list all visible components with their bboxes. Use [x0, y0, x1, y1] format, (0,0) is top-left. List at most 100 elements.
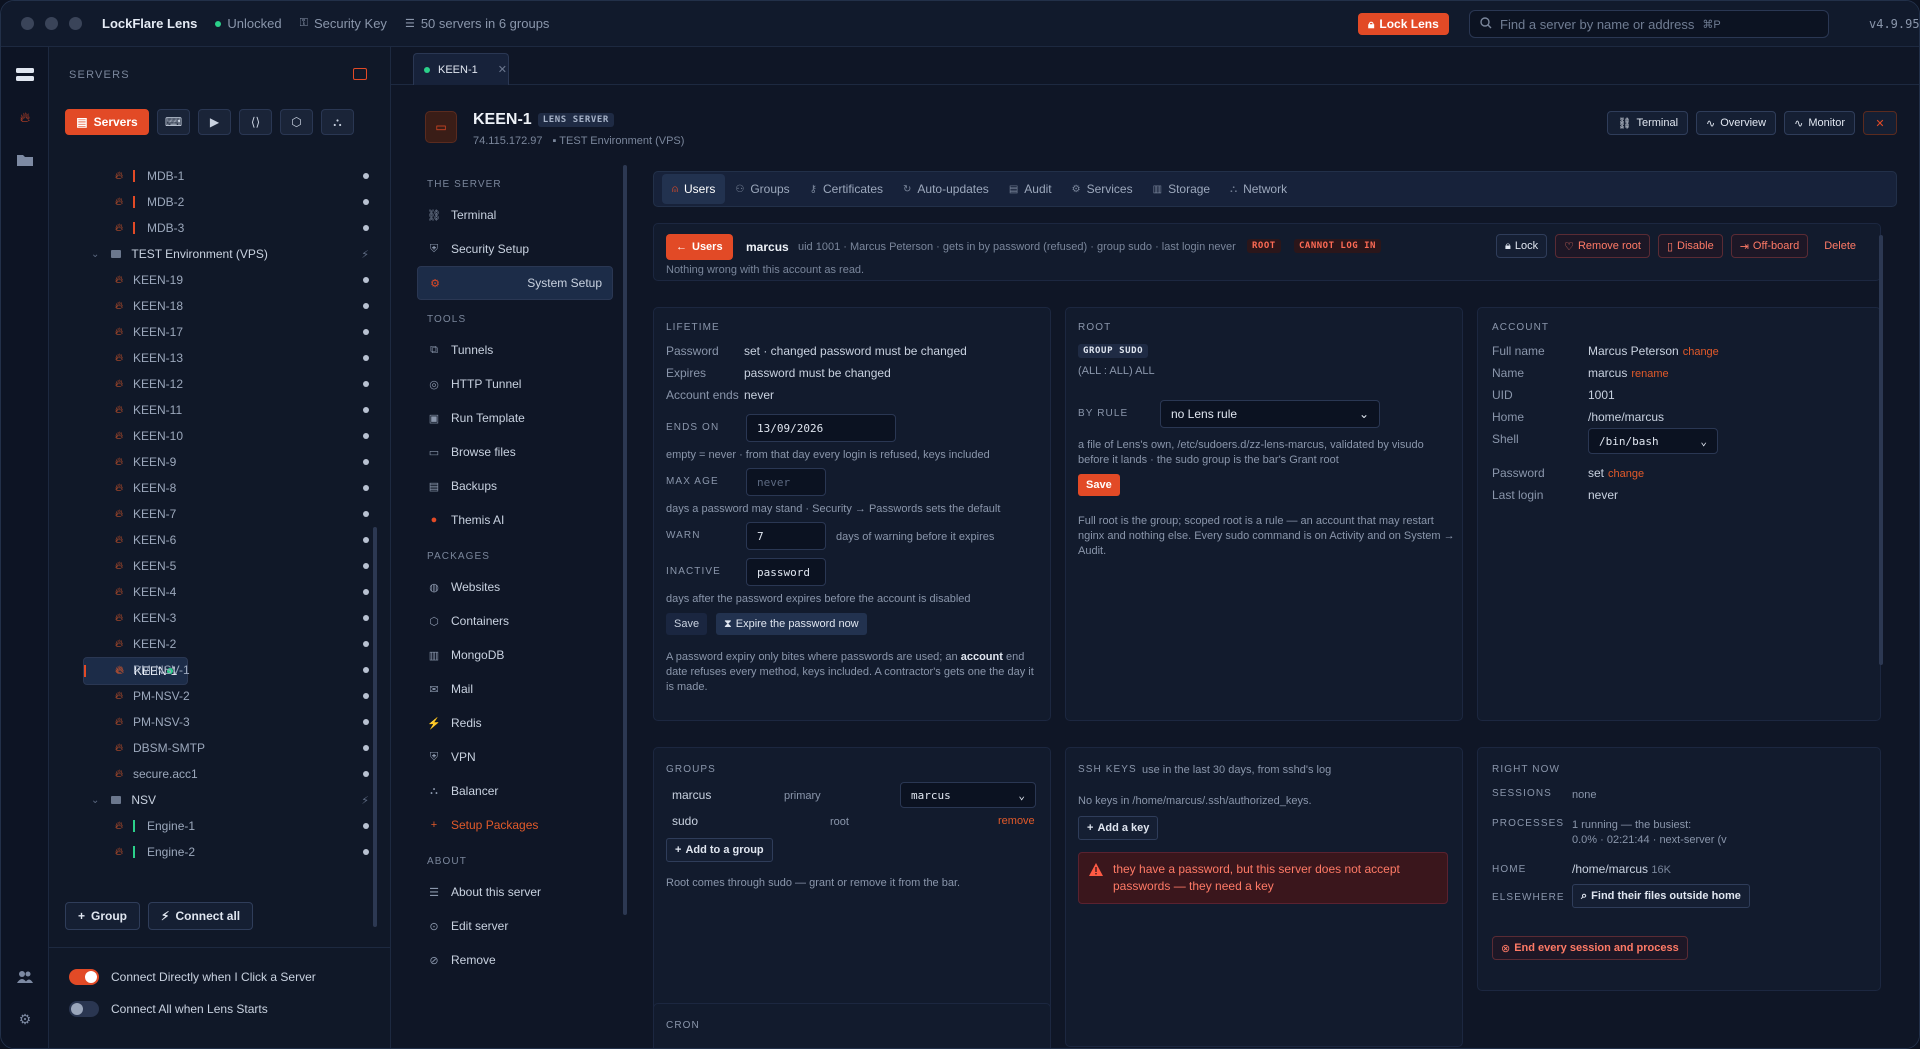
tab-network[interactable]: ⛬ Network [1220, 174, 1297, 204]
nav-item-mongodb[interactable]: ▥ MongoDB [417, 638, 613, 672]
content-scrollbar[interactable] [1879, 235, 1883, 665]
server-item-keen-19[interactable]: 🔥︎ KEEN-19 [83, 267, 383, 293]
monitor-button[interactable]: ∿ Monitor [1784, 111, 1855, 135]
tab-groups[interactable]: ⚇ Groups [725, 174, 799, 204]
server-item-keen-8[interactable]: 🔥︎ KEEN-8 [83, 475, 383, 501]
server-item-keen-4[interactable]: 🔥︎ KEEN-4 [83, 579, 383, 605]
nav-item-terminal[interactable]: ⛓ Terminal [417, 198, 613, 232]
close-tab-icon[interactable]: ✕ [498, 63, 507, 76]
server-item-keen-7[interactable]: 🔥︎ KEEN-7 [83, 501, 383, 527]
server-item-keen-9[interactable]: 🔥︎ KEEN-9 [83, 449, 383, 475]
server-item-engine-1[interactable]: 🔥︎ Engine-1 [83, 813, 383, 839]
lock-user-button[interactable]: 🔒︎ Lock [1495, 234, 1548, 258]
lock-lens-button[interactable]: 🔒︎ Lock Lens [1358, 13, 1449, 35]
users-rail-icon[interactable] [15, 967, 35, 987]
maximize-window-button[interactable] [69, 17, 82, 30]
save-lifetime-button[interactable]: Save [666, 613, 708, 635]
server-item-keen-10[interactable]: 🔥︎ KEEN-10 [83, 423, 383, 449]
change-full-name-link[interactable]: change [1683, 346, 1719, 358]
server-item-keen-11[interactable]: 🔥︎ KEEN-11 [83, 397, 383, 423]
delete-user-button[interactable]: Delete [1816, 234, 1864, 258]
nav-item-system-setup[interactable]: ⚙ System Setup [417, 266, 613, 300]
nav-item-vpn[interactable]: ⛨ VPN [417, 740, 613, 774]
bolt-icon[interactable]: ⚡︎ [361, 248, 369, 261]
nav-item-websites[interactable]: ◍ Websites [417, 570, 613, 604]
nav-item-run-template[interactable]: ▣ Run Template [417, 401, 613, 435]
end-sessions-button[interactable]: ⊗ End every session and process [1492, 936, 1688, 960]
folder-rail-icon[interactable] [15, 149, 35, 169]
server-item-pm-nsv-2[interactable]: 🔥︎ PM-NSV-2 [83, 683, 383, 709]
tab-code[interactable]: ⟨⟩ [239, 109, 272, 135]
chevron-down-icon[interactable]: ⌄ [91, 249, 99, 260]
nav-item-http-tunnel[interactable]: ◎ HTTP Tunnel [417, 367, 613, 401]
server-item-mdb-3[interactable]: 🔥︎ MDB-3 [83, 215, 383, 241]
add-group-button[interactable]: + Group [65, 902, 141, 930]
overview-button[interactable]: ∿ Overview [1696, 111, 1777, 135]
tab-storage[interactable]: ▥ Storage [1143, 174, 1220, 204]
tab-keen-1[interactable]: KEEN-1 ✕ [413, 53, 509, 85]
nav-item-containers[interactable]: ⬡ Containers [417, 604, 613, 638]
nav-item-themis-ai[interactable]: ● Themis AI [417, 503, 613, 537]
sidebar-scrollbar[interactable] [373, 527, 377, 927]
tab-auto-updates[interactable]: ↻ Auto-updates [893, 174, 999, 204]
tab-network[interactable]: ⛬ [321, 109, 354, 135]
minimize-window-button[interactable] [45, 17, 58, 30]
tab-certificates[interactable]: ⚷ Certificates [800, 174, 893, 204]
offboard-user-button[interactable]: ⇥ Off-board [1730, 234, 1809, 258]
inactive-input[interactable]: password [746, 558, 826, 586]
nav-item-redis[interactable]: ⚡ Redis [417, 706, 613, 740]
server-item-pm-nsv-3[interactable]: 🔥︎ PM-NSV-3 [83, 709, 383, 735]
nav-item-balancer[interactable]: ⛬ Balancer [417, 774, 613, 808]
server-item-keen-3[interactable]: 🔥︎ KEEN-3 [83, 605, 383, 631]
change-password-link[interactable]: change [1608, 468, 1644, 480]
bolt-icon[interactable]: ⚡︎ [361, 794, 369, 807]
add-to-group-button[interactable]: + Add to a group [666, 838, 773, 862]
remove-root-button[interactable]: ♡ Remove root [1555, 234, 1650, 258]
collapse-sidebar-icon[interactable] [353, 68, 367, 80]
close-server-button[interactable]: ✕ [1863, 111, 1897, 135]
server-item-keen-5[interactable]: 🔥︎ KEEN-5 [83, 553, 383, 579]
nav-scrollbar[interactable] [623, 165, 627, 915]
server-item-engine-2[interactable]: 🔥︎ Engine-2 [83, 839, 383, 865]
shell-select[interactable]: /bin/bash ⌄ [1588, 428, 1718, 454]
settings-gear-icon[interactable]: ⚙︎ [15, 1009, 35, 1029]
tab-packages[interactable]: ⬡ [280, 109, 313, 135]
tab-services[interactable]: ⚙ Services [1062, 174, 1143, 204]
server-search-input[interactable]: Find a server by name or address ⌘P [1469, 10, 1829, 38]
warn-input[interactable]: 7 [746, 522, 826, 550]
server-item-mdb-1[interactable]: 🔥︎ MDB-1 [83, 163, 383, 189]
terminal-button[interactable]: ⛓︎ Terminal [1607, 111, 1689, 135]
server-item-mdb-2[interactable]: 🔥︎ MDB-2 [83, 189, 383, 215]
tab-run[interactable]: ▶ [198, 109, 231, 135]
rename-link[interactable]: rename [1631, 368, 1668, 380]
server-group-nsv[interactable]: ⌄ NSV ⚡︎ [83, 787, 383, 813]
security-key[interactable]: ⚿ Security Key [300, 16, 387, 31]
nav-item-security-setup[interactable]: ⛨ Security Setup [417, 232, 613, 266]
save-root-button[interactable]: Save [1078, 474, 1120, 496]
nav-item-browse-files[interactable]: ▭ Browse files [417, 435, 613, 469]
server-count[interactable]: ☰ 50 servers in 6 groups [405, 16, 550, 31]
disable-user-button[interactable]: ▯ Disable [1657, 234, 1723, 258]
servers-rail-icon[interactable] [15, 65, 35, 85]
tab-terminal[interactable]: ⌨ [157, 109, 190, 135]
max-age-input[interactable]: never [746, 468, 826, 496]
tab-servers[interactable]: ▤ Servers [65, 109, 149, 135]
chevron-down-icon[interactable]: ⌄ [91, 795, 99, 806]
connect-all-button[interactable]: ⚡︎ Connect all [148, 902, 254, 930]
server-item-keen-13[interactable]: 🔥︎ KEEN-13 [83, 345, 383, 371]
server-item-keen-18[interactable]: 🔥︎ KEEN-18 [83, 293, 383, 319]
primary-group-select[interactable]: marcus ⌄ [900, 782, 1036, 808]
ends-on-input[interactable]: 13/09/2026 [746, 414, 896, 442]
nav-item-backups[interactable]: ▤ Backups [417, 469, 613, 503]
remove-group-link[interactable]: remove [998, 815, 1035, 827]
nav-item-tunnels[interactable]: ⧉ Tunnels [417, 333, 613, 367]
tab-users[interactable]: ⍝ Users [662, 174, 726, 204]
nav-item-about-this-server[interactable]: ☰ About this server [417, 875, 613, 909]
back-to-users-button[interactable]: ← Users [666, 234, 733, 260]
server-item-keen-6[interactable]: 🔥︎ KEEN-6 [83, 527, 383, 553]
server-item-keen-12[interactable]: 🔥︎ KEEN-12 [83, 371, 383, 397]
connect-on-start-toggle[interactable] [69, 1001, 99, 1017]
server-item-keen-2[interactable]: 🔥︎ KEEN-2 [83, 631, 383, 657]
by-rule-select[interactable]: no Lens rule ⌄ [1160, 400, 1380, 428]
nav-item-remove[interactable]: ⊘ Remove [417, 943, 613, 977]
